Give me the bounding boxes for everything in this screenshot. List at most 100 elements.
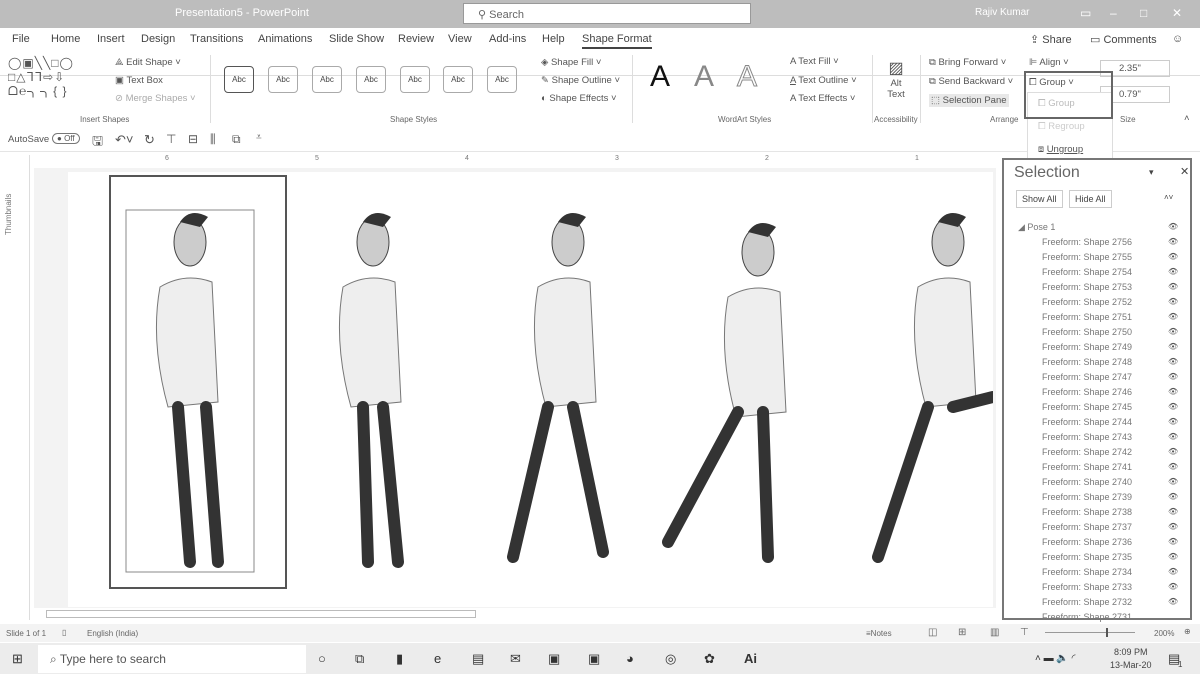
edge-icon[interactable]: e: [434, 651, 441, 666]
notes-button[interactable]: ≡Notes: [866, 629, 892, 638]
distribute-icon[interactable]: ⫼: [210, 132, 216, 147]
visibility-eye-icon[interactable]: 👁: [1168, 462, 1178, 471]
close-pane-icon[interactable]: ✕: [1180, 165, 1189, 178]
visibility-eye-icon[interactable]: 👁: [1168, 477, 1178, 486]
mail-icon[interactable]: ✉: [510, 651, 521, 667]
visibility-eye-icon[interactable]: 👁: [1168, 357, 1178, 366]
visibility-eye-icon[interactable]: 👁: [1168, 432, 1178, 441]
shape-effects-button[interactable]: ◐ Shape Effects ˅: [541, 93, 617, 104]
selection-pane-button[interactable]: ⬚ Selection Pane: [929, 94, 1009, 107]
figure-pose-2[interactable]: [338, 212, 404, 568]
outlook-icon[interactable]: ▣: [548, 651, 560, 667]
text-fill-button[interactable]: A Text Fill ˅: [790, 56, 839, 67]
shape-list-item[interactable]: Freeform: Shape 2731: [1042, 612, 1132, 622]
style-swatch[interactable]: Abc: [443, 66, 473, 93]
shape-list-item[interactable]: Freeform: Shape 2737: [1042, 522, 1132, 532]
alt-text-button[interactable]: ▨ Alt Text: [884, 58, 908, 100]
visibility-eye-icon[interactable]: 👁: [1168, 567, 1178, 576]
shape-list-item[interactable]: Freeform: Shape 2735: [1042, 552, 1132, 562]
merge-shapes-button[interactable]: ⊘ Merge Shapes ˅: [115, 93, 196, 104]
clock-date[interactable]: 13-Mar-20: [1110, 660, 1152, 670]
visibility-eye-icon[interactable]: 👁: [1168, 402, 1178, 411]
shape-list-item[interactable]: Freeform: Shape 2739: [1042, 492, 1132, 502]
shape-list-item[interactable]: Freeform: Shape 2746: [1042, 387, 1132, 397]
align-center-icon[interactable]: ⊟: [188, 132, 198, 146]
shape-outline-button[interactable]: ✎ Shape Outline ˅: [541, 75, 620, 86]
visibility-eye-icon[interactable]: 👁: [1168, 552, 1178, 561]
zoom-slider[interactable]: [1045, 632, 1135, 633]
send-backward-button[interactable]: ⧉ Send Backward ˅: [929, 76, 1013, 87]
bring-forward-button[interactable]: ⧉ Bring Forward ˅: [929, 57, 1006, 68]
task-view-icon[interactable]: ⧉: [355, 651, 364, 667]
clock-time[interactable]: 8:09 PM: [1114, 647, 1148, 657]
visibility-eye-icon[interactable]: 👁: [1168, 297, 1178, 306]
paint-icon[interactable]: ✿: [704, 651, 715, 667]
shape-list-item[interactable]: Freeform: Shape 2743: [1042, 432, 1132, 442]
present-icon[interactable]: ⊤: [166, 132, 176, 146]
show-all-button[interactable]: Show All: [1016, 190, 1063, 208]
wordart-style-outline[interactable]: A: [736, 60, 757, 94]
save-icon[interactable]: 🖫: [92, 132, 103, 154]
shape-list-item[interactable]: Freeform: Shape 2754: [1042, 267, 1132, 277]
text-effects-button[interactable]: A Text Effects ˅: [790, 93, 855, 104]
style-swatch[interactable]: Abc: [224, 66, 254, 93]
edit-shape-button[interactable]: ⟁ Edit Shape ˅: [115, 57, 181, 68]
fit-slide-icon[interactable]: ⊕: [1184, 627, 1191, 636]
visibility-eye-icon[interactable]: 👁: [1168, 222, 1178, 231]
figure-pose-4[interactable]: [662, 222, 787, 563]
thumbnails-pane[interactable]: Thumbnails: [0, 155, 30, 620]
shape-fill-button[interactable]: ◈ Shape Fill ˅: [541, 57, 601, 68]
illustrator-icon[interactable]: Ai: [744, 651, 757, 666]
shape-list-item[interactable]: Freeform: Shape 2748: [1042, 357, 1132, 367]
align-button[interactable]: ⊫ Align ˅: [1029, 57, 1069, 68]
redo-icon[interactable]: ↻: [144, 132, 155, 148]
shape-list-item[interactable]: Freeform: Shape 2749: [1042, 342, 1132, 352]
cortana-icon[interactable]: ○: [318, 651, 326, 666]
shape-list-item[interactable]: Freeform: Shape 2745: [1042, 402, 1132, 412]
shape-list-item[interactable]: Freeform: Shape 2738: [1042, 507, 1132, 517]
taskbar-search[interactable]: ⌕ Type here to search: [38, 645, 306, 673]
powerpoint-icon[interactable]: ◕: [626, 651, 634, 666]
customize-qat-icon[interactable]: ⩡: [256, 132, 262, 143]
visibility-eye-icon[interactable]: 👁: [1168, 522, 1178, 531]
figure-pose-5[interactable]: [872, 212, 999, 563]
slide[interactable]: [68, 172, 999, 607]
visibility-eye-icon[interactable]: 👁: [1168, 417, 1178, 426]
style-swatch[interactable]: Abc: [312, 66, 342, 93]
hide-all-button[interactable]: Hide All: [1069, 190, 1112, 208]
language-indicator[interactable]: English (India): [87, 629, 138, 638]
horizontal-scrollbar[interactable]: [46, 610, 476, 618]
visibility-eye-icon[interactable]: 👁: [1168, 507, 1178, 516]
autosave-toggle[interactable]: ● Off: [52, 133, 80, 144]
normal-view-icon[interactable]: ◫: [928, 627, 937, 638]
style-swatch[interactable]: Abc: [400, 66, 430, 93]
menu-item-regroup[interactable]: ⧠ Regroup: [1038, 121, 1085, 132]
group-item-pose-1[interactable]: ◢ Pose 1: [1018, 222, 1055, 233]
shape-list-item[interactable]: Freeform: Shape 2741: [1042, 462, 1132, 472]
visibility-eye-icon[interactable]: 👁: [1168, 492, 1178, 501]
visibility-eye-icon[interactable]: 👁: [1168, 387, 1178, 396]
visibility-eye-icon[interactable]: 👁: [1168, 372, 1178, 381]
shape-list-item[interactable]: Freeform: Shape 2744: [1042, 417, 1132, 427]
zoom-slider-thumb[interactable]: [1106, 628, 1108, 637]
shape-list-item[interactable]: Freeform: Shape 2732: [1042, 597, 1132, 607]
pane-options-icon[interactable]: ▾: [1149, 167, 1154, 178]
wordart-style-gray[interactable]: A: [694, 60, 714, 94]
collapse-ribbon-icon[interactable]: ˄: [1184, 113, 1190, 124]
shape-list-item[interactable]: Freeform: Shape 2747: [1042, 372, 1132, 382]
shape-list-item[interactable]: Freeform: Shape 2742: [1042, 447, 1132, 457]
undo-icon[interactable]: ↶˅: [115, 132, 133, 148]
figure-pose-3[interactable]: [507, 212, 609, 563]
text-box-button[interactable]: ▣ Text Box: [115, 75, 163, 86]
visibility-eye-icon[interactable]: 👁: [1168, 582, 1178, 591]
app-icon[interactable]: ▮: [396, 651, 403, 667]
style-swatch[interactable]: Abc: [487, 66, 517, 93]
visibility-eye-icon[interactable]: 👁: [1168, 327, 1178, 336]
visibility-eye-icon[interactable]: 👁: [1168, 597, 1178, 606]
shape-list-item[interactable]: Freeform: Shape 2755: [1042, 252, 1132, 262]
zoom-level[interactable]: 200%: [1154, 629, 1174, 638]
chrome-icon[interactable]: ◎: [665, 651, 676, 667]
visibility-eye-icon[interactable]: 👁: [1168, 252, 1178, 261]
accessibility-icon[interactable]: ▯: [62, 628, 66, 637]
menu-item-ungroup[interactable]: ⧈ Ungroup: [1038, 144, 1083, 155]
